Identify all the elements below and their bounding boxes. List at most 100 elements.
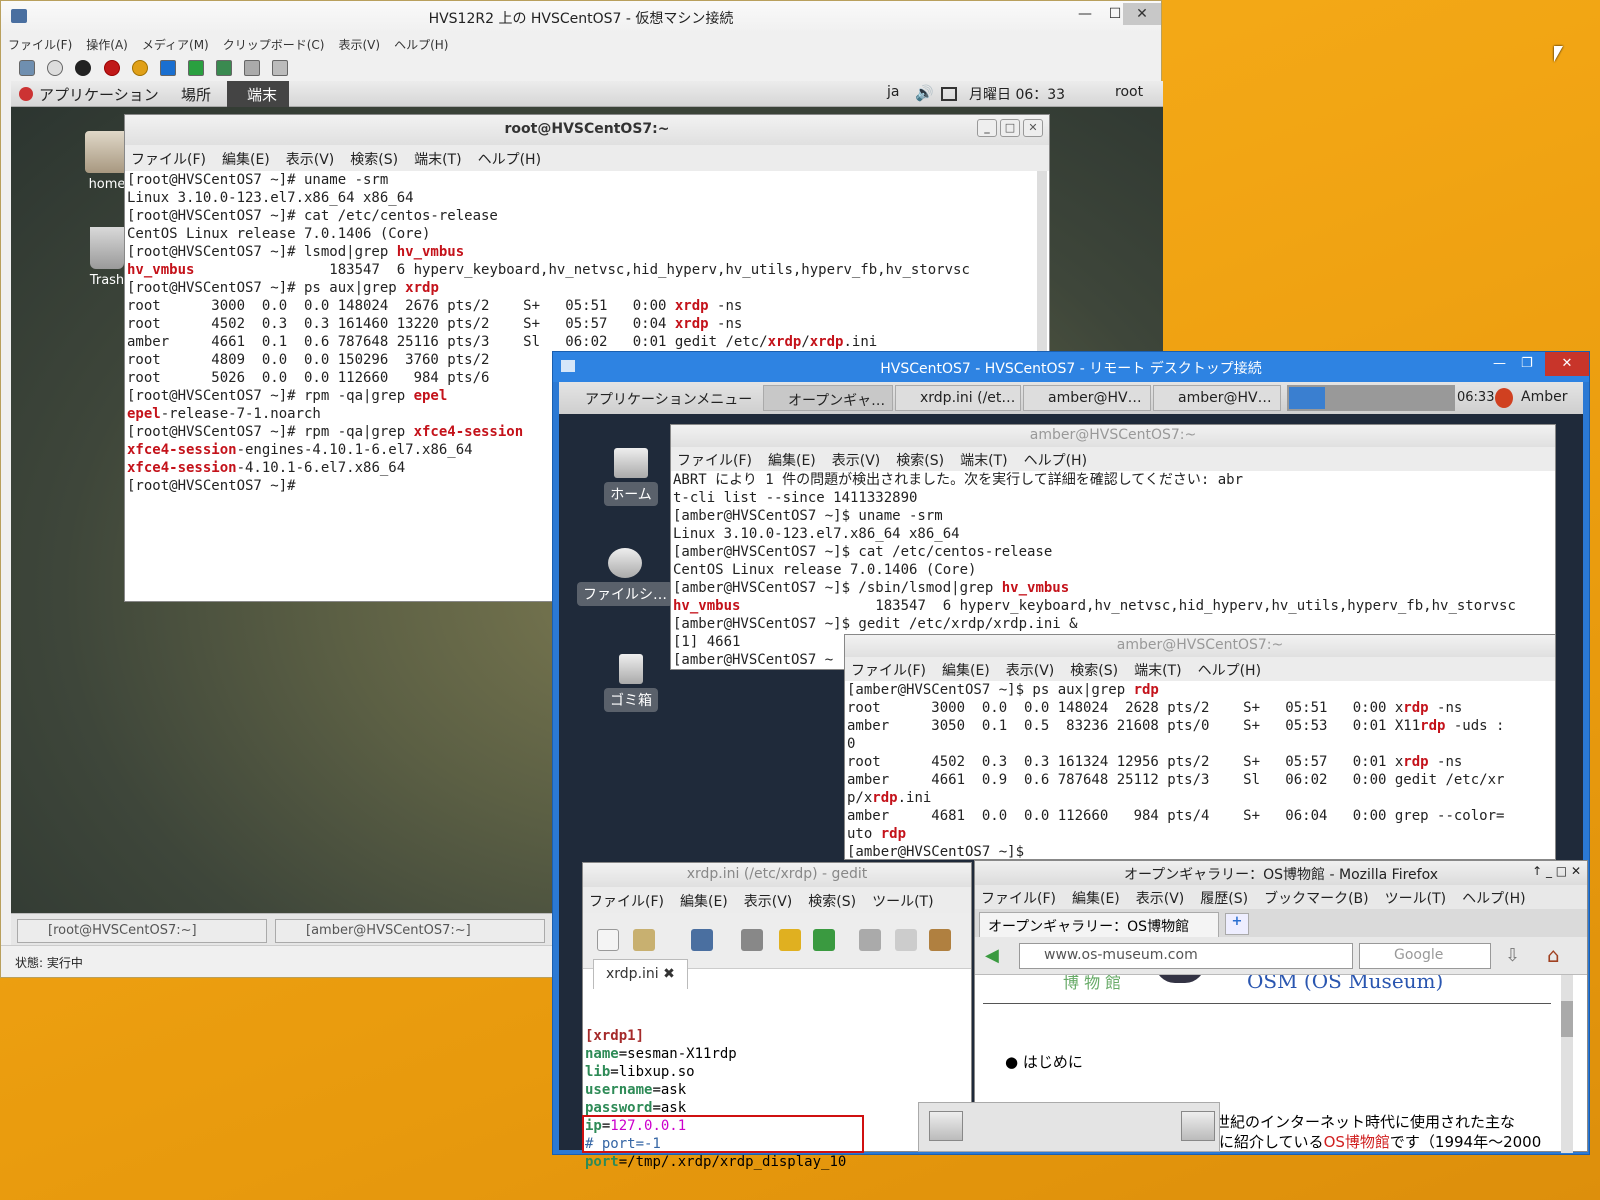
open-icon[interactable] xyxy=(633,929,655,951)
minimize-button[interactable]: _ xyxy=(977,119,997,137)
menu-history[interactable]: 履歴(S) xyxy=(1200,891,1248,907)
menu-file[interactable]: ファイル(F) xyxy=(981,891,1056,907)
menu-file[interactable]: ファイル(F) xyxy=(131,152,206,168)
bullet-item[interactable]: ● はじめに xyxy=(1005,1051,1083,1072)
menu-edit[interactable]: 編集(E) xyxy=(680,894,728,910)
enhanced-session-icon[interactable] xyxy=(272,60,289,76)
menu-search[interactable]: 検索(S) xyxy=(1070,663,1118,679)
task-root-terminal[interactable]: [root@HVSCentOS7:~] xyxy=(17,919,267,943)
amber1-title-bar[interactable]: amber@HVSCentOS7:~ xyxy=(671,425,1555,447)
places-menu[interactable]: 場所 xyxy=(181,84,211,105)
folder-icon[interactable] xyxy=(1181,1111,1215,1141)
print-icon[interactable] xyxy=(741,929,763,951)
notification-icon[interactable] xyxy=(1495,388,1513,408)
root-terminal-title-bar[interactable]: root@HVSCentOS7:~ _ □ ✕ xyxy=(125,115,1049,145)
menu-action[interactable]: 操作(A) xyxy=(79,33,135,56)
maximize-button[interactable]: □ xyxy=(1000,119,1020,137)
workspace-switcher[interactable] xyxy=(1287,385,1455,411)
minimize-button[interactable]: — xyxy=(1493,356,1506,371)
menu-terminal[interactable]: 端末(T) xyxy=(1134,663,1181,679)
menu-file[interactable]: ファイル(F) xyxy=(1,33,79,56)
back-icon[interactable]: ◀ xyxy=(985,945,999,966)
start-icon[interactable] xyxy=(47,60,64,76)
menu-file[interactable]: ファイル(F) xyxy=(589,894,664,910)
menu-edit[interactable]: 編集(E) xyxy=(942,663,990,679)
museum-link[interactable]: OS博物館 xyxy=(1324,1133,1390,1151)
menu-media[interactable]: メディア(M) xyxy=(135,33,216,56)
download-icon[interactable]: ⇩ xyxy=(1505,945,1520,966)
trash-desktop-icon[interactable]: ゴミ箱 xyxy=(583,654,679,712)
redo-icon[interactable] xyxy=(813,929,835,951)
gnome-user-menu[interactable]: root xyxy=(1097,84,1143,100)
home-icon[interactable]: ⌂ xyxy=(1547,943,1560,967)
firefox-tab[interactable]: オープンギャラリー：OS博物館 xyxy=(979,912,1219,937)
search-field[interactable]: Google xyxy=(1359,943,1491,969)
menu-view[interactable]: 表示(V) xyxy=(832,453,881,469)
menu-view[interactable]: 表示(V) xyxy=(1136,891,1185,907)
task-amber-2[interactable]: amber@HV… xyxy=(1153,385,1281,411)
home-desktop-icon[interactable]: ホーム xyxy=(583,448,679,506)
network-icon[interactable] xyxy=(941,87,957,101)
new-tab-button[interactable]: + xyxy=(1225,913,1249,935)
menu-clipboard[interactable]: クリップボード(C) xyxy=(216,33,332,56)
restore-button[interactable]: ❐ xyxy=(1521,356,1533,371)
revert-icon[interactable] xyxy=(244,60,261,76)
menu-view[interactable]: 表示(V) xyxy=(1006,663,1055,679)
new-file-icon[interactable] xyxy=(597,929,619,951)
menu-edit[interactable]: 編集(E) xyxy=(768,453,816,469)
turn-off-icon[interactable] xyxy=(75,60,92,76)
close-button[interactable]: ✕ xyxy=(1023,119,1043,137)
volume-icon[interactable]: 🔊 xyxy=(915,84,934,102)
menu-help[interactable]: ヘルプ(H) xyxy=(1198,663,1261,679)
filesystem-desktop-icon[interactable]: ファイルシ… xyxy=(573,548,677,606)
menu-help[interactable]: ヘルプ(H) xyxy=(478,152,541,168)
menu-view[interactable]: 表示(V) xyxy=(744,894,793,910)
copy-icon[interactable] xyxy=(895,929,917,951)
workspace-1[interactable] xyxy=(1289,387,1325,409)
menu-view[interactable]: 表示(V) xyxy=(286,152,335,168)
checkpoint-icon[interactable] xyxy=(216,60,233,76)
power-icon[interactable] xyxy=(131,60,148,76)
xfce-user[interactable]: Amber xyxy=(1521,389,1567,405)
amber2-title-bar[interactable]: amber@HVSCentOS7:~ xyxy=(845,635,1555,657)
menu-help[interactable]: ヘルプ(H) xyxy=(1024,453,1087,469)
menu-search[interactable]: 検索(S) xyxy=(896,453,944,469)
menu-tools[interactable]: ツール(T) xyxy=(1385,891,1446,907)
window-controls[interactable]: ↑ _ □ ✕ xyxy=(1532,864,1581,878)
paste-icon[interactable] xyxy=(929,929,951,951)
task-gedit[interactable]: xrdp.ini (/et… xyxy=(895,385,1021,411)
menu-terminal[interactable]: 端末(T) xyxy=(960,453,1007,469)
folder-icon[interactable] xyxy=(929,1111,963,1141)
amber2-output[interactable]: [amber@HVSCentOS7 ~]$ ps aux|grep rdp roo… xyxy=(845,681,1543,859)
menu-file[interactable]: ファイル(F) xyxy=(677,453,752,469)
menu-edit[interactable]: 編集(E) xyxy=(1072,891,1120,907)
ctrl-alt-del-icon[interactable] xyxy=(19,60,36,76)
menu-file[interactable]: ファイル(F) xyxy=(851,663,926,679)
menu-help[interactable]: ヘルプ(H) xyxy=(387,33,455,56)
menu-terminal[interactable]: 端末(T) xyxy=(414,152,461,168)
xfce-clock[interactable]: 06:33 xyxy=(1457,390,1494,405)
task-firefox[interactable]: オープンギャ… xyxy=(763,385,893,411)
menu-search[interactable]: 検索(S) xyxy=(350,152,398,168)
rdp-title-bar[interactable]: HVSCentOS7 - HVSCentOS7 - リモート デスクトップ接続 … xyxy=(553,352,1589,382)
gnome-clock[interactable]: 月曜日 06：33 xyxy=(969,84,1065,104)
menu-tools[interactable]: ツール(T) xyxy=(872,894,933,910)
applications-menu[interactable]: アプリケーション xyxy=(39,84,159,105)
url-field[interactable]: www.os-museum.com xyxy=(1019,943,1353,969)
pause-icon[interactable] xyxy=(159,60,176,76)
menu-edit[interactable]: 編集(E) xyxy=(222,152,270,168)
task-amber-1[interactable]: amber@HV… xyxy=(1023,385,1151,411)
scrollbar[interactable] xyxy=(1561,975,1573,1153)
terminal-launcher[interactable]: 端末 xyxy=(227,81,289,107)
undo-icon[interactable] xyxy=(779,929,801,951)
menu-help[interactable]: ヘルプ(H) xyxy=(1462,891,1525,907)
app-menu-button[interactable]: アプリケーションメニュー xyxy=(561,385,761,411)
close-button[interactable]: ✕ xyxy=(1123,3,1161,25)
menu-search[interactable]: 検索(S) xyxy=(808,894,856,910)
cut-icon[interactable] xyxy=(859,929,881,951)
resume-icon[interactable] xyxy=(187,60,204,76)
firefox-title-bar[interactable]: オープンギャラリー：OS博物館 - Mozilla Firefox ↑ _ □ … xyxy=(975,861,1587,885)
scrollbar-thumb[interactable] xyxy=(1561,1001,1573,1037)
menu-bookmarks[interactable]: ブックマーク(B) xyxy=(1264,891,1369,907)
gedit-title-bar[interactable]: xrdp.ini (/etc/xrdp) - gedit xyxy=(583,863,971,887)
